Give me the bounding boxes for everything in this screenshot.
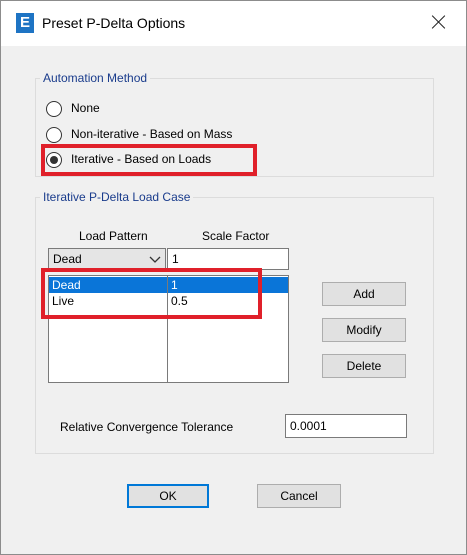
delete-button[interactable]: Delete bbox=[322, 354, 406, 378]
input-value: 0.0001 bbox=[290, 419, 327, 433]
ok-button[interactable]: OK bbox=[127, 484, 209, 508]
cell-scale-factor: 0.5 bbox=[171, 294, 188, 308]
modify-button[interactable]: Modify bbox=[322, 318, 406, 342]
tolerance-label: Relative Convergence Tolerance bbox=[60, 420, 234, 434]
grid-row[interactable]: Live 0.5 bbox=[49, 293, 288, 309]
close-icon[interactable] bbox=[428, 11, 450, 33]
etabs-e-icon: E bbox=[16, 13, 34, 33]
load-case-group: Iterative P-Delta Load Case Load Pattern… bbox=[35, 190, 434, 454]
load-pattern-grid[interactable]: Dead 1 Live 0.5 bbox=[48, 275, 289, 383]
scale-factor-input[interactable]: 1 bbox=[167, 248, 289, 270]
dropdown-value: Dead bbox=[53, 252, 82, 266]
group-title: Automation Method bbox=[40, 71, 151, 85]
load-pattern-dropdown[interactable]: Dead bbox=[48, 248, 166, 270]
grid-row[interactable]: Dead 1 bbox=[49, 277, 288, 293]
column-header-load-pattern: Load Pattern bbox=[79, 229, 148, 243]
column-header-scale-factor: Scale Factor bbox=[202, 229, 270, 243]
radio-button-selected[interactable] bbox=[46, 152, 62, 168]
window-title: Preset P-Delta Options bbox=[42, 15, 186, 31]
cell-load-pattern: Live bbox=[52, 294, 75, 308]
column-divider bbox=[167, 276, 168, 382]
add-button[interactable]: Add bbox=[322, 282, 406, 306]
cell-scale-factor: 1 bbox=[171, 278, 178, 292]
tolerance-input[interactable]: 0.0001 bbox=[285, 414, 407, 438]
chevron-down-icon bbox=[149, 256, 161, 263]
automation-method-group: Automation Method None Non-iterative - B… bbox=[35, 71, 434, 177]
dialog-window: E Preset P-Delta Options Automation Meth… bbox=[0, 0, 467, 555]
cancel-button[interactable]: Cancel bbox=[257, 484, 341, 508]
radio-label: None bbox=[71, 101, 100, 115]
radio-label: Non-iterative - Based on Mass bbox=[71, 127, 233, 141]
radio-label: Iterative - Based on Loads bbox=[71, 152, 212, 166]
radio-button[interactable] bbox=[46, 127, 62, 143]
group-title: Iterative P-Delta Load Case bbox=[40, 190, 194, 204]
title-bar: E Preset P-Delta Options bbox=[1, 1, 466, 46]
input-value: 1 bbox=[172, 252, 179, 266]
radio-button[interactable] bbox=[46, 101, 62, 117]
cell-load-pattern: Dead bbox=[52, 278, 81, 292]
